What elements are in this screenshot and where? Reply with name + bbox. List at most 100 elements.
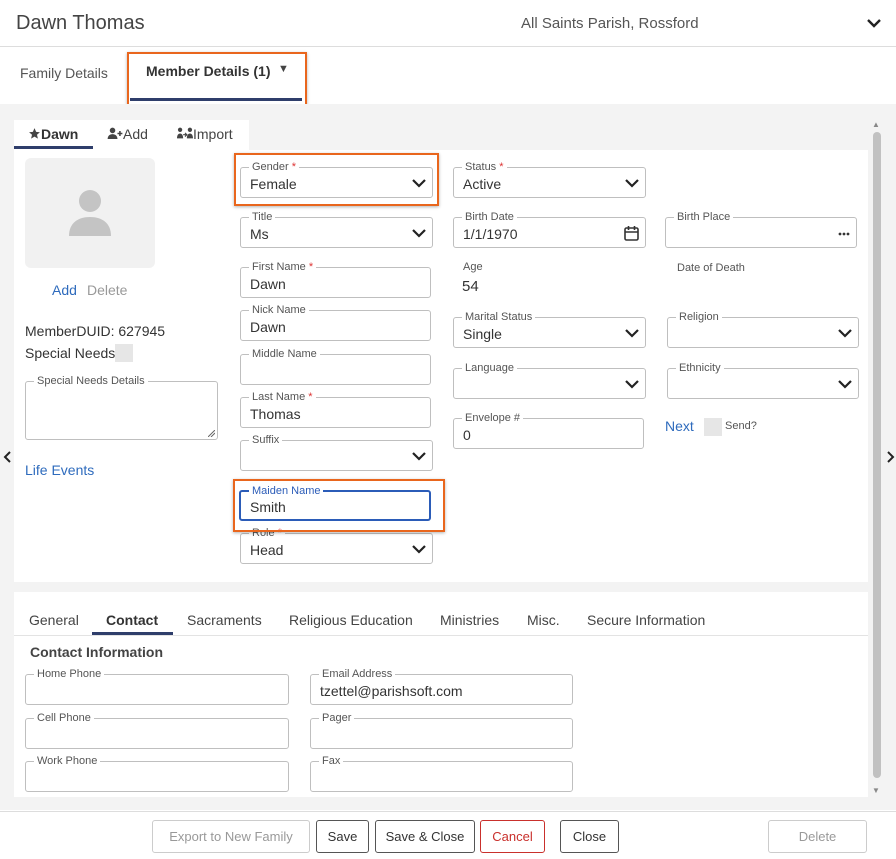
chevron-down-icon [625,329,639,338]
status-select[interactable]: Status * Active [453,160,646,198]
envelope-label: Envelope # [462,411,524,425]
next-envelope-link[interactable]: Next [665,418,694,434]
gender-select[interactable]: Gender * Female [240,160,433,198]
delete-photo-link[interactable]: Delete [87,282,127,298]
last-name-input[interactable]: Last Name * Thomas [240,390,431,428]
calendar-icon[interactable] [624,225,639,241]
gender-label: Gender [252,161,289,173]
marital-status-select[interactable]: Marital Status Single [453,310,646,348]
add-photo-link[interactable]: Add [52,282,77,298]
export-to-new-family-button[interactable]: Export to New Family [152,820,310,853]
tab-member-details[interactable]: Member Details (1) [146,63,270,79]
chevron-down-icon [625,179,639,188]
marital-status-value: Single [463,326,502,342]
special-needs-details-field[interactable]: Special Needs Details [25,374,218,440]
chevron-left-icon[interactable] [3,450,11,468]
age-value: 54 [462,278,479,295]
first-name-label: First Name [252,261,306,273]
member-name-title: Dawn Thomas [16,12,145,34]
close-button[interactable]: Close [560,820,619,853]
work-phone-input[interactable]: Work Phone [25,754,289,792]
birth-date-input[interactable]: Birth Date 1/1/1970 [453,210,646,248]
add-member-tab[interactable]: Add [107,126,148,142]
language-select[interactable]: Language [453,361,646,399]
delete-button[interactable]: Delete [768,820,867,853]
middle-name-label: Middle Name [249,347,320,361]
email-value: tzettel@parishsoft.com [320,683,463,699]
language-label: Language [462,361,517,375]
role-value: Head [250,542,284,558]
envelope-value: 0 [463,427,471,443]
scroll-down-icon[interactable]: ▼ [872,786,880,795]
life-events-link[interactable]: Life Events [25,462,94,478]
email-label: Email Address [319,667,396,681]
special-needs-label: Special Needs [25,345,116,361]
maiden-name-input[interactable]: Maiden Name Smith [239,484,431,521]
maiden-name-label: Maiden Name [249,484,324,498]
suffix-label: Suffix [249,433,283,447]
title-value: Ms [250,226,269,242]
chevron-down-icon [412,229,426,238]
footer-divider [0,811,896,812]
gender-value: Female [250,176,297,192]
tab-ministries[interactable]: Ministries [440,612,499,628]
import-label: Import [193,126,233,142]
nick-name-value: Dawn [250,319,286,335]
middle-name-input[interactable]: Middle Name [240,347,431,385]
add-member-label: Add [123,126,148,142]
save-button[interactable]: Save [316,820,369,853]
special-needs-checkbox[interactable] [115,344,133,362]
special-needs-details-label: Special Needs Details [34,374,148,388]
chevron-right-icon[interactable] [887,450,895,468]
ellipsis-icon[interactable] [838,232,850,236]
birth-place-label: Birth Place [674,210,734,224]
import-tab[interactable]: Import [177,126,233,142]
religion-label: Religion [676,310,722,324]
active-tab-indicator [130,98,302,101]
last-name-label: Last Name [252,391,306,403]
role-select[interactable]: Role * Head [240,526,433,564]
ethnicity-select[interactable]: Ethnicity [667,361,859,399]
resize-handle-icon[interactable] [208,430,215,437]
tab-misc[interactable]: Misc. [527,612,560,628]
caret-down-icon[interactable]: ▼ [278,63,289,75]
scrollbar-thumb[interactable] [873,132,881,778]
tab-religious-education[interactable]: Religious Education [289,612,413,628]
member-tab-label: Dawn [41,126,79,142]
tab-general[interactable]: General [29,612,79,628]
member-tab-dawn[interactable]: Dawn [28,126,78,142]
send-checkbox[interactable] [704,418,722,436]
fax-label: Fax [319,754,344,768]
first-name-input[interactable]: First Name * Dawn [240,260,431,298]
tab-family-details[interactable]: Family Details [20,65,108,81]
home-phone-label: Home Phone [34,667,105,681]
cancel-button[interactable]: Cancel [480,820,545,853]
parish-name: All Saints Parish, Rossford [521,15,699,32]
envelope-input[interactable]: Envelope # 0 [453,411,644,449]
save-and-close-button[interactable]: Save & Close [375,820,475,853]
fax-input[interactable]: Fax [310,754,573,792]
email-input[interactable]: Email Address tzettel@parishsoft.com [310,667,573,705]
work-phone-label: Work Phone [34,754,101,768]
user-plus-icon [107,127,123,140]
chevron-down-icon[interactable] [866,16,882,33]
nick-name-input[interactable]: Nick Name Dawn [240,303,431,341]
tab-contact[interactable]: Contact [106,612,158,628]
religion-select[interactable]: Religion [667,310,859,348]
suffix-select[interactable]: Suffix [240,433,433,471]
pager-input[interactable]: Pager [310,711,573,749]
chevron-down-icon [412,452,426,461]
tab-sacraments[interactable]: Sacraments [187,612,262,628]
tab-secure-information[interactable]: Secure Information [587,612,705,628]
member-duid: MemberDUID: 627945 [25,323,166,339]
birth-place-input[interactable]: Birth Place [665,210,857,248]
contact-information-heading: Contact Information [30,644,163,660]
home-phone-input[interactable]: Home Phone [25,667,289,705]
age-label: Age [463,261,483,273]
title-select[interactable]: Title Ms [240,210,433,248]
birth-date-value: 1/1/1970 [463,226,518,242]
active-bottom-tab-indicator [92,632,173,635]
cell-phone-input[interactable]: Cell Phone [25,711,289,749]
title-label: Title [249,210,276,224]
scroll-up-icon[interactable]: ▲ [872,120,880,129]
